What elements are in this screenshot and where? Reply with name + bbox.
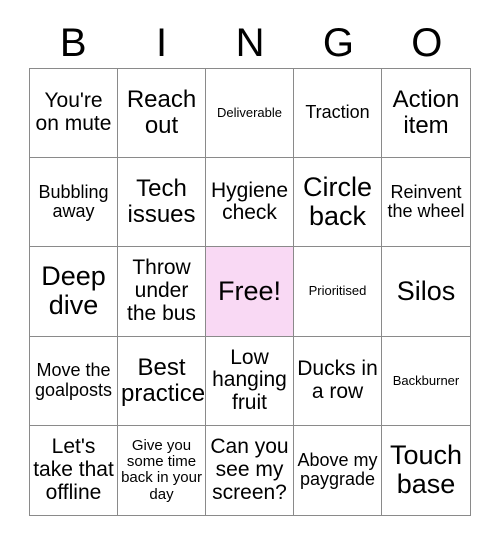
bingo-cell-label: Give you some time back in your day [121, 437, 202, 503]
bingo-cell[interactable]: Touch base [382, 425, 470, 515]
bingo-cell-label: Best practice [121, 353, 206, 407]
bingo-grid: You're on mute Reach out Deliverable Tra… [29, 68, 471, 516]
bingo-cell-label: Touch base [389, 440, 463, 500]
bingo-cell[interactable]: You're on mute [30, 69, 118, 159]
header-letter-g: G [322, 21, 354, 65]
bingo-cell[interactable]: Ducks in a row [294, 336, 382, 426]
bingo-cell-label: Bubbling away [38, 181, 109, 222]
bingo-cell-label: Hygiene check [210, 178, 289, 225]
bingo-cell[interactable]: Move the goalposts [30, 336, 118, 426]
bingo-cell[interactable]: Traction [294, 69, 382, 159]
bingo-cell[interactable]: Action item [382, 69, 470, 159]
bingo-cell[interactable]: Hygiene check [206, 158, 294, 248]
bingo-cell[interactable]: Can you see my screen? [206, 425, 294, 515]
bingo-cell-label: Silos [396, 275, 456, 306]
bingo-cell-label: Ducks in a row [297, 357, 378, 403]
bingo-cell[interactable]: Circle back [294, 158, 382, 248]
bingo-free-space[interactable]: Free! [206, 247, 294, 337]
bingo-cell-label: Action item [392, 86, 460, 140]
bingo-cell-label: Tech issues [127, 175, 196, 229]
bingo-cell-label: Reinvent the wheel [387, 181, 465, 222]
header-letter-i: I [156, 21, 168, 65]
bingo-cell[interactable]: Bubbling away [30, 158, 118, 248]
bingo-header-row: B I N G O [29, 18, 471, 68]
bingo-cell[interactable]: Tech issues [118, 158, 206, 248]
bingo-cell[interactable]: Backburner [382, 336, 470, 426]
bingo-cell-label: Can you see my screen? [210, 435, 289, 504]
bingo-cell-label: You're on mute [35, 89, 112, 136]
bingo-card: B I N G O You're on mute Reach out Deliv… [0, 0, 500, 544]
bingo-cell-label: Traction [305, 102, 370, 123]
bingo-cell[interactable]: Reach out [118, 69, 206, 159]
bingo-cell[interactable]: Give you some time back in your day [118, 425, 206, 515]
bingo-cell-label: Circle back [302, 172, 372, 232]
bingo-cell[interactable]: Prioritised [294, 247, 382, 337]
bingo-cell-label: Deep dive [41, 261, 106, 321]
bingo-cell[interactable]: Low hanging fruit [206, 336, 294, 426]
bingo-cell-label: Deliverable [216, 105, 283, 121]
bingo-cell[interactable]: Best practice [118, 336, 206, 426]
bingo-cell[interactable]: Throw under the bus [118, 247, 206, 337]
bingo-cell[interactable]: Deep dive [30, 247, 118, 337]
bingo-cell[interactable]: Above my paygrade [294, 425, 382, 515]
bingo-cell-label: Throw under the bus [127, 256, 196, 325]
bingo-cell-label: Prioritised [308, 283, 367, 299]
bingo-cell-label: Reach out [126, 86, 197, 140]
header-letter-n: N [235, 21, 265, 65]
bingo-free-space-label: Free! [217, 275, 282, 306]
bingo-cell[interactable]: Silos [382, 247, 470, 337]
bingo-cell[interactable]: Let's take that offline [30, 425, 118, 515]
bingo-cell-label: Backburner [392, 372, 460, 388]
bingo-cell-label: Low hanging fruit [212, 345, 287, 415]
bingo-cell-label: Move the goalposts [34, 360, 113, 400]
header-letter-o: O [411, 21, 443, 65]
bingo-cell-label: Let's take that offline [33, 435, 114, 504]
header-letter-b: B [59, 21, 87, 65]
bingo-cell[interactable]: Reinvent the wheel [382, 158, 470, 248]
bingo-cell[interactable]: Deliverable [206, 69, 294, 159]
bingo-cell-label: Above my paygrade [297, 449, 378, 490]
